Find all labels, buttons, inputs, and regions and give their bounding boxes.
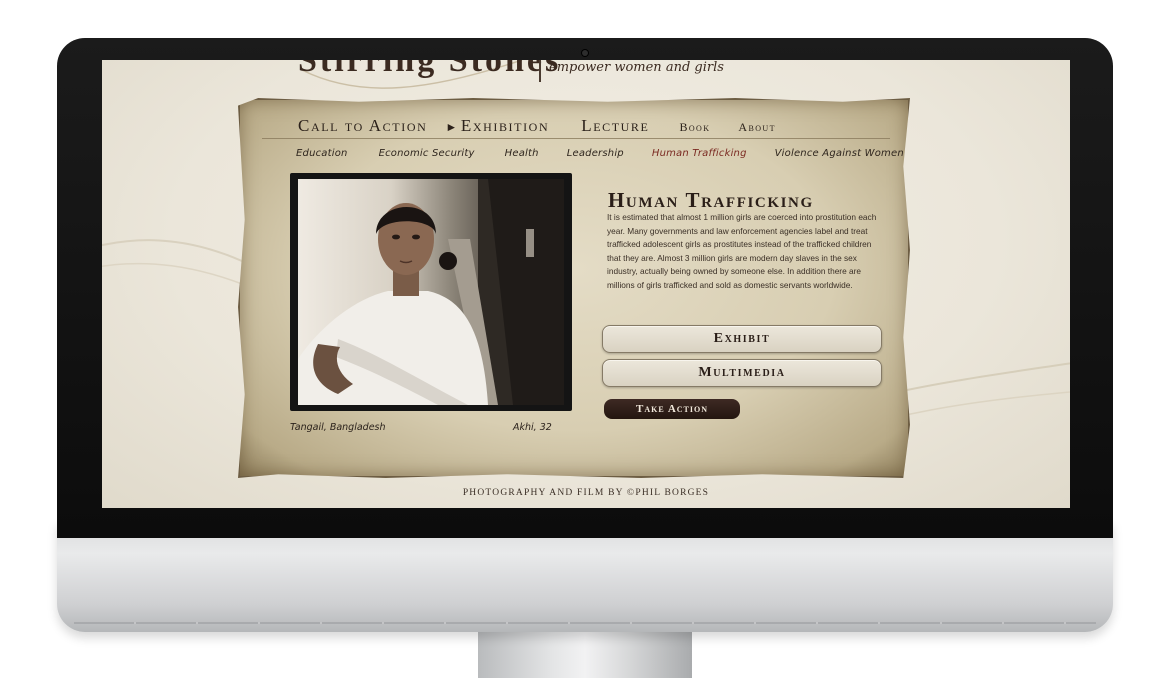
- monitor-chin-edge: [74, 622, 1096, 624]
- nav-exhibition-label: Exhibition: [460, 116, 550, 135]
- sub-nav: Education Economic Security Health Leade…: [296, 148, 904, 159]
- body-paragraph: It is estimated that almost 1 million gi…: [607, 212, 877, 290]
- sub-nav-health[interactable]: Health: [505, 148, 539, 159]
- sub-nav-violence-against-women[interactable]: Violence Against Women: [775, 148, 904, 159]
- photo-caption-location: Tangail, Bangladesh: [290, 422, 386, 433]
- nav-book[interactable]: Book: [679, 120, 710, 135]
- nav-lecture[interactable]: Lecture: [581, 116, 649, 136]
- nav-about[interactable]: About: [738, 120, 775, 135]
- website-screen: Stirring Stones empower women and girls …: [102, 60, 1070, 508]
- portrait-illustration: [298, 179, 564, 405]
- sub-nav-economic-security[interactable]: Economic Security: [379, 148, 475, 159]
- camera-icon: [582, 50, 588, 56]
- nav-call-to-action[interactable]: Call to Action: [298, 116, 427, 136]
- multimedia-button[interactable]: Multimedia: [602, 359, 882, 387]
- photo-caption-subject: Akhi, 32: [513, 422, 552, 433]
- tagline-divider: [539, 60, 541, 82]
- photo-credit: PHOTOGRAPHY AND FILM BY ©PHIL BORGES: [462, 488, 710, 498]
- sub-nav-education[interactable]: Education: [296, 148, 348, 159]
- sub-nav-leadership[interactable]: Leadership: [567, 148, 624, 159]
- page-title: Human Trafficking: [608, 188, 814, 212]
- nav-exhibition[interactable]: ► Exhibition: [445, 116, 549, 136]
- portrait-photo: [298, 179, 564, 405]
- take-action-button[interactable]: Take Action: [604, 399, 740, 419]
- site-logo[interactable]: Stirring Stones: [298, 60, 561, 80]
- exhibit-button[interactable]: Exhibit: [602, 325, 882, 353]
- main-nav: Call to Action ► Exhibition Lecture Book …: [298, 116, 776, 136]
- site-tagline: empower women and girls: [549, 60, 724, 75]
- play-arrow-icon: ►: [445, 120, 459, 134]
- nav-divider: [262, 138, 890, 139]
- sub-nav-human-trafficking[interactable]: Human Trafficking: [652, 148, 747, 159]
